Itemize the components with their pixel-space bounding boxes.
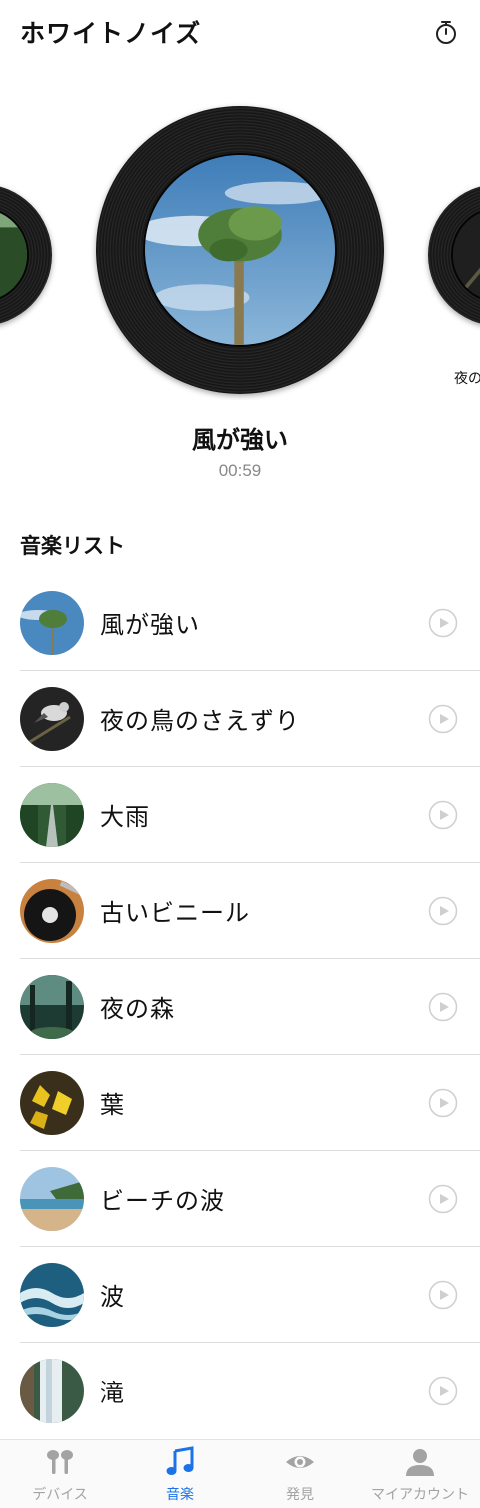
thumbnail-heavy-rain xyxy=(20,783,84,847)
list-item[interactable]: 波 xyxy=(0,1247,480,1343)
person-icon xyxy=(406,1449,434,1476)
list-item[interactable]: 大雨 xyxy=(0,767,480,863)
play-icon[interactable] xyxy=(428,1184,458,1214)
play-icon[interactable] xyxy=(428,1376,458,1406)
next-record-caption: 夜の xyxy=(454,371,480,387)
list-item-title: 波 xyxy=(100,1283,125,1311)
now-playing-time: 00:59 xyxy=(218,461,262,480)
list-item-title: 葉 xyxy=(100,1091,125,1119)
album-art-forest xyxy=(0,207,29,303)
thumbnail-leaves xyxy=(20,1071,84,1135)
music-list: 風が強い 夜の鳥のさえずり 大雨 古いビニール 夜の森 葉 ビーチの波 波 滝 xyxy=(0,575,480,1439)
record-carousel[interactable]: 夜の xyxy=(0,100,480,400)
play-icon[interactable] xyxy=(428,800,458,830)
play-icon[interactable] xyxy=(428,992,458,1022)
thumbnail-waterfall xyxy=(20,1359,84,1423)
thumbnail-old-vinyl xyxy=(20,879,84,943)
page-title: ホワイトノイズ xyxy=(20,19,202,48)
record-next[interactable] xyxy=(428,184,480,326)
thumbnail-windy-palm xyxy=(20,591,84,655)
music-list-heading: 音楽リスト xyxy=(20,534,125,558)
play-icon[interactable] xyxy=(428,1280,458,1310)
list-item-title: 夜の鳥のさえずり xyxy=(100,707,300,735)
tab-devices[interactable]: デバイス xyxy=(0,1440,120,1508)
tab-music[interactable]: 音楽 xyxy=(120,1440,240,1508)
tab-label: マイアカウント xyxy=(371,1487,469,1503)
list-item[interactable]: 風が強い xyxy=(0,575,480,671)
list-item[interactable]: 夜の森 xyxy=(0,959,480,1055)
record-previous[interactable] xyxy=(0,184,52,326)
album-art-night-bird xyxy=(451,207,480,303)
earbuds-icon xyxy=(47,1450,73,1474)
album-art-windy-palm xyxy=(143,153,337,347)
list-item-title: 滝 xyxy=(100,1379,125,1407)
list-item-title: 大雨 xyxy=(100,803,150,831)
list-item[interactable]: 夜の鳥のさえずり xyxy=(0,671,480,767)
list-item[interactable]: 滝 xyxy=(0,1343,480,1439)
tab-label: デバイス xyxy=(32,1487,88,1503)
list-item-title: ビーチの波 xyxy=(100,1187,225,1215)
stopwatch-icon[interactable] xyxy=(432,18,460,46)
list-item-title: 夜の森 xyxy=(100,995,175,1023)
list-item-title: 風が強い xyxy=(100,611,200,639)
play-icon[interactable] xyxy=(428,896,458,926)
header: ホワイトノイズ xyxy=(0,0,480,70)
list-item-title: 古いビニール xyxy=(100,899,250,927)
play-icon[interactable] xyxy=(428,704,458,734)
list-item[interactable]: 葉 xyxy=(0,1055,480,1151)
eye-icon xyxy=(286,1456,314,1468)
record-current[interactable] xyxy=(96,106,384,394)
thumbnail-waves xyxy=(20,1263,84,1327)
list-item[interactable]: ビーチの波 xyxy=(0,1151,480,1247)
tab-label: 発見 xyxy=(286,1487,314,1503)
tab-label: 音楽 xyxy=(166,1487,194,1503)
play-icon[interactable] xyxy=(428,1088,458,1118)
tab-discover[interactable]: 発見 xyxy=(240,1440,360,1508)
thumbnail-beach-waves xyxy=(20,1167,84,1231)
music-note-icon xyxy=(166,1446,194,1475)
list-item[interactable]: 古いビニール xyxy=(0,863,480,959)
thumbnail-night-forest xyxy=(20,975,84,1039)
thumbnail-night-bird xyxy=(20,687,84,751)
now-playing-title: 風が強い xyxy=(192,426,288,454)
tab-my-account[interactable]: マイアカウント xyxy=(360,1440,480,1508)
play-icon[interactable] xyxy=(428,608,458,638)
tab-bar: デバイス 音楽 発見 マイアカウント xyxy=(0,1439,480,1508)
